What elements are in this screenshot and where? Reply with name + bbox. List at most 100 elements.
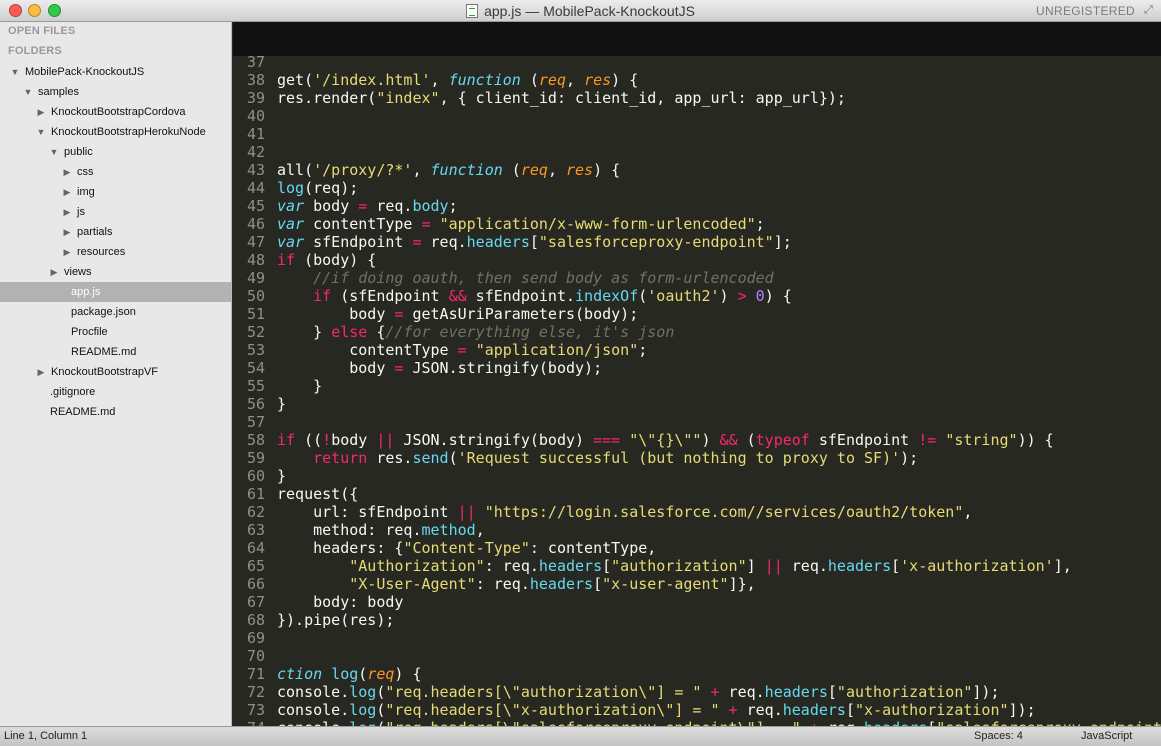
disclosure-closed-icon[interactable]: ▶ (49, 262, 59, 282)
folders-header[interactable]: FOLDERS (8, 45, 62, 57)
code-line[interactable]: 48 if (body) { (233, 251, 1161, 269)
line-number: 48 (246, 251, 265, 269)
folder-item[interactable]: ▶ views (0, 262, 231, 282)
code-line[interactable]: 74 console.log("req.headers[\"salesforcep… (233, 719, 1161, 726)
code-token: all( (277, 161, 314, 179)
disclosure-closed-icon[interactable]: ▶ (36, 362, 46, 382)
line-number: 62 (246, 503, 265, 521)
file-item[interactable]: Procfile (0, 322, 231, 342)
code-line[interactable]: 61 request({ (233, 485, 1161, 503)
line-number: 70 (246, 647, 265, 665)
folder-item[interactable]: ▶ partials (0, 222, 231, 242)
code-line[interactable]: 44 log(req); (233, 179, 1161, 197)
disclosure-open-icon[interactable]: ▼ (36, 122, 46, 142)
disclosure-closed-icon[interactable]: ▶ (62, 222, 72, 242)
code-line[interactable]: 49 //if doing oauth, then send body as f… (233, 269, 1161, 287)
code-line[interactable]: 56} (233, 395, 1161, 413)
code-line[interactable]: 58 if ((!body || JSON.stringify(body) ===… (233, 431, 1161, 449)
fullscreen-icon[interactable]: ⤢ (1144, 4, 1156, 16)
folder-item[interactable]: ▼ samples (0, 82, 231, 102)
code-line[interactable]: 68}).pipe(res); (233, 611, 1161, 629)
code-line[interactable]: 45 var body = req.body; (233, 197, 1161, 215)
folder-item[interactable]: ▶ KnockoutBootstrapVF (0, 362, 231, 382)
code-line[interactable]: 46 var contentType = "application/x-www-f… (233, 215, 1161, 233)
file-item[interactable]: README.md (0, 342, 231, 362)
code-token: , (430, 71, 449, 89)
code-line[interactable]: 37 (233, 56, 1161, 71)
code-line[interactable]: 64 headers: {"Content-Type": contentType… (233, 539, 1161, 557)
folder-item[interactable]: ▼ MobilePack-KnockoutJS (0, 62, 231, 82)
disclosure-open-icon[interactable]: ▼ (23, 82, 33, 102)
code-line[interactable]: 54 body = JSON.stringify(body); (233, 359, 1161, 377)
code-token: ]); (972, 683, 1000, 701)
line-number: 57 (246, 413, 265, 431)
folder-item[interactable]: ▶ js (0, 202, 231, 222)
code-line[interactable]: 52 } else {//for everything else, it's j… (233, 323, 1161, 341)
line-number: 38 (246, 71, 265, 89)
code-token: ! (322, 431, 332, 449)
code-token: "Authorization" (349, 557, 485, 575)
folder-item[interactable]: ▼ KnockoutBootstrapHerokuNode (0, 122, 231, 142)
code-token: req. (819, 719, 864, 726)
folder-item[interactable]: ▶ css (0, 162, 231, 182)
disclosure-open-icon[interactable]: ▼ (49, 142, 59, 162)
disclosure-closed-icon[interactable]: ▶ (62, 162, 72, 182)
disclosure-closed-icon[interactable]: ▶ (62, 242, 72, 262)
disclosure-closed-icon[interactable]: ▶ (62, 202, 72, 222)
folder-item[interactable]: ▶ KnockoutBootstrapCordova (0, 102, 231, 122)
indentation-setting[interactable]: Spaces: 4 (974, 730, 1023, 742)
code-token: ) (701, 431, 720, 449)
disclosure-closed-icon[interactable]: ▶ (36, 102, 46, 122)
code-line[interactable]: 41 (233, 125, 1161, 143)
folder-item[interactable]: ▼ public (0, 142, 231, 162)
file-item[interactable]: package.json (0, 302, 231, 322)
window-title-text: app.js — MobilePack-KnockoutJS (484, 3, 695, 19)
tree-item-label: css (77, 166, 94, 178)
code-text: body: body (277, 593, 403, 611)
disclosure-open-icon[interactable]: ▼ (10, 62, 20, 82)
code-line[interactable]: 43 all('/proxy/?*', function (req, res) { (233, 161, 1161, 179)
code-line[interactable]: 72 console.log("req.headers[\"authorizati… (233, 683, 1161, 701)
file-item[interactable]: .gitignore (0, 382, 231, 402)
line-number: 73 (246, 701, 265, 719)
code-line[interactable]: 55 } (233, 377, 1161, 395)
code-line[interactable]: 39 res.render("index", { client_id: clien… (233, 89, 1161, 107)
code-line[interactable]: 66 "X-User-Agent": req.headers["x-user-a… (233, 575, 1161, 593)
code-line[interactable]: 69 (233, 629, 1161, 647)
code-line[interactable]: 50 if (sfEndpoint && sfEndpoint.indexOf(… (233, 287, 1161, 305)
line-number: 59 (246, 449, 265, 467)
code-token: ; (755, 215, 765, 233)
code-line[interactable]: 63 method: req.method, (233, 521, 1161, 539)
open-files-header[interactable]: OPEN FILES (8, 25, 75, 37)
code-token: indexOf (575, 287, 639, 305)
line-number: 49 (246, 269, 265, 287)
code-line[interactable]: 60} (233, 467, 1161, 485)
folder-item[interactable]: ▶ resources (0, 242, 231, 262)
code-line[interactable]: 73 console.log("req.headers[\"x-authoriza… (233, 701, 1161, 719)
code-line[interactable]: 70 (233, 647, 1161, 665)
code-line[interactable]: 71 ction log(req) { (233, 665, 1161, 683)
code-line[interactable]: 42 (233, 143, 1161, 161)
line-number: 44 (246, 179, 265, 197)
code-line[interactable]: 62 url: sfEndpoint || "https://login.sal… (233, 503, 1161, 521)
code-line[interactable]: 47 var sfEndpoint = req.headers["salesfor… (233, 233, 1161, 251)
code-line[interactable]: 65 "Authorization": req.headers["authori… (233, 557, 1161, 575)
code-line[interactable]: 67 body: body (233, 593, 1161, 611)
file-item[interactable]: README.md (0, 402, 231, 422)
code-token: (req); (304, 179, 359, 197)
code-token: body (304, 197, 359, 215)
code-line[interactable]: 38 get('/index.html', function (req, res)… (233, 71, 1161, 89)
syntax-selector[interactable]: JavaScript (1081, 730, 1132, 742)
code-line[interactable]: 40 (233, 107, 1161, 125)
code-line[interactable]: 51 body = getAsUriParameters(body); (233, 305, 1161, 323)
disclosure-closed-icon[interactable]: ▶ (62, 182, 72, 202)
code-token: [ (593, 575, 603, 593)
code-line[interactable]: 59 return res.send('Request successful (… (233, 449, 1161, 467)
code-line[interactable]: 57 (233, 413, 1161, 431)
code-token: if (313, 287, 332, 305)
code-line[interactable]: 53 contentType = "application/json"; (233, 341, 1161, 359)
file-item[interactable]: app.js (0, 282, 231, 302)
folder-item[interactable]: ▶ img (0, 182, 231, 202)
code-editor[interactable]: 37 38 get('/index.html', function (req, re… (233, 56, 1161, 726)
